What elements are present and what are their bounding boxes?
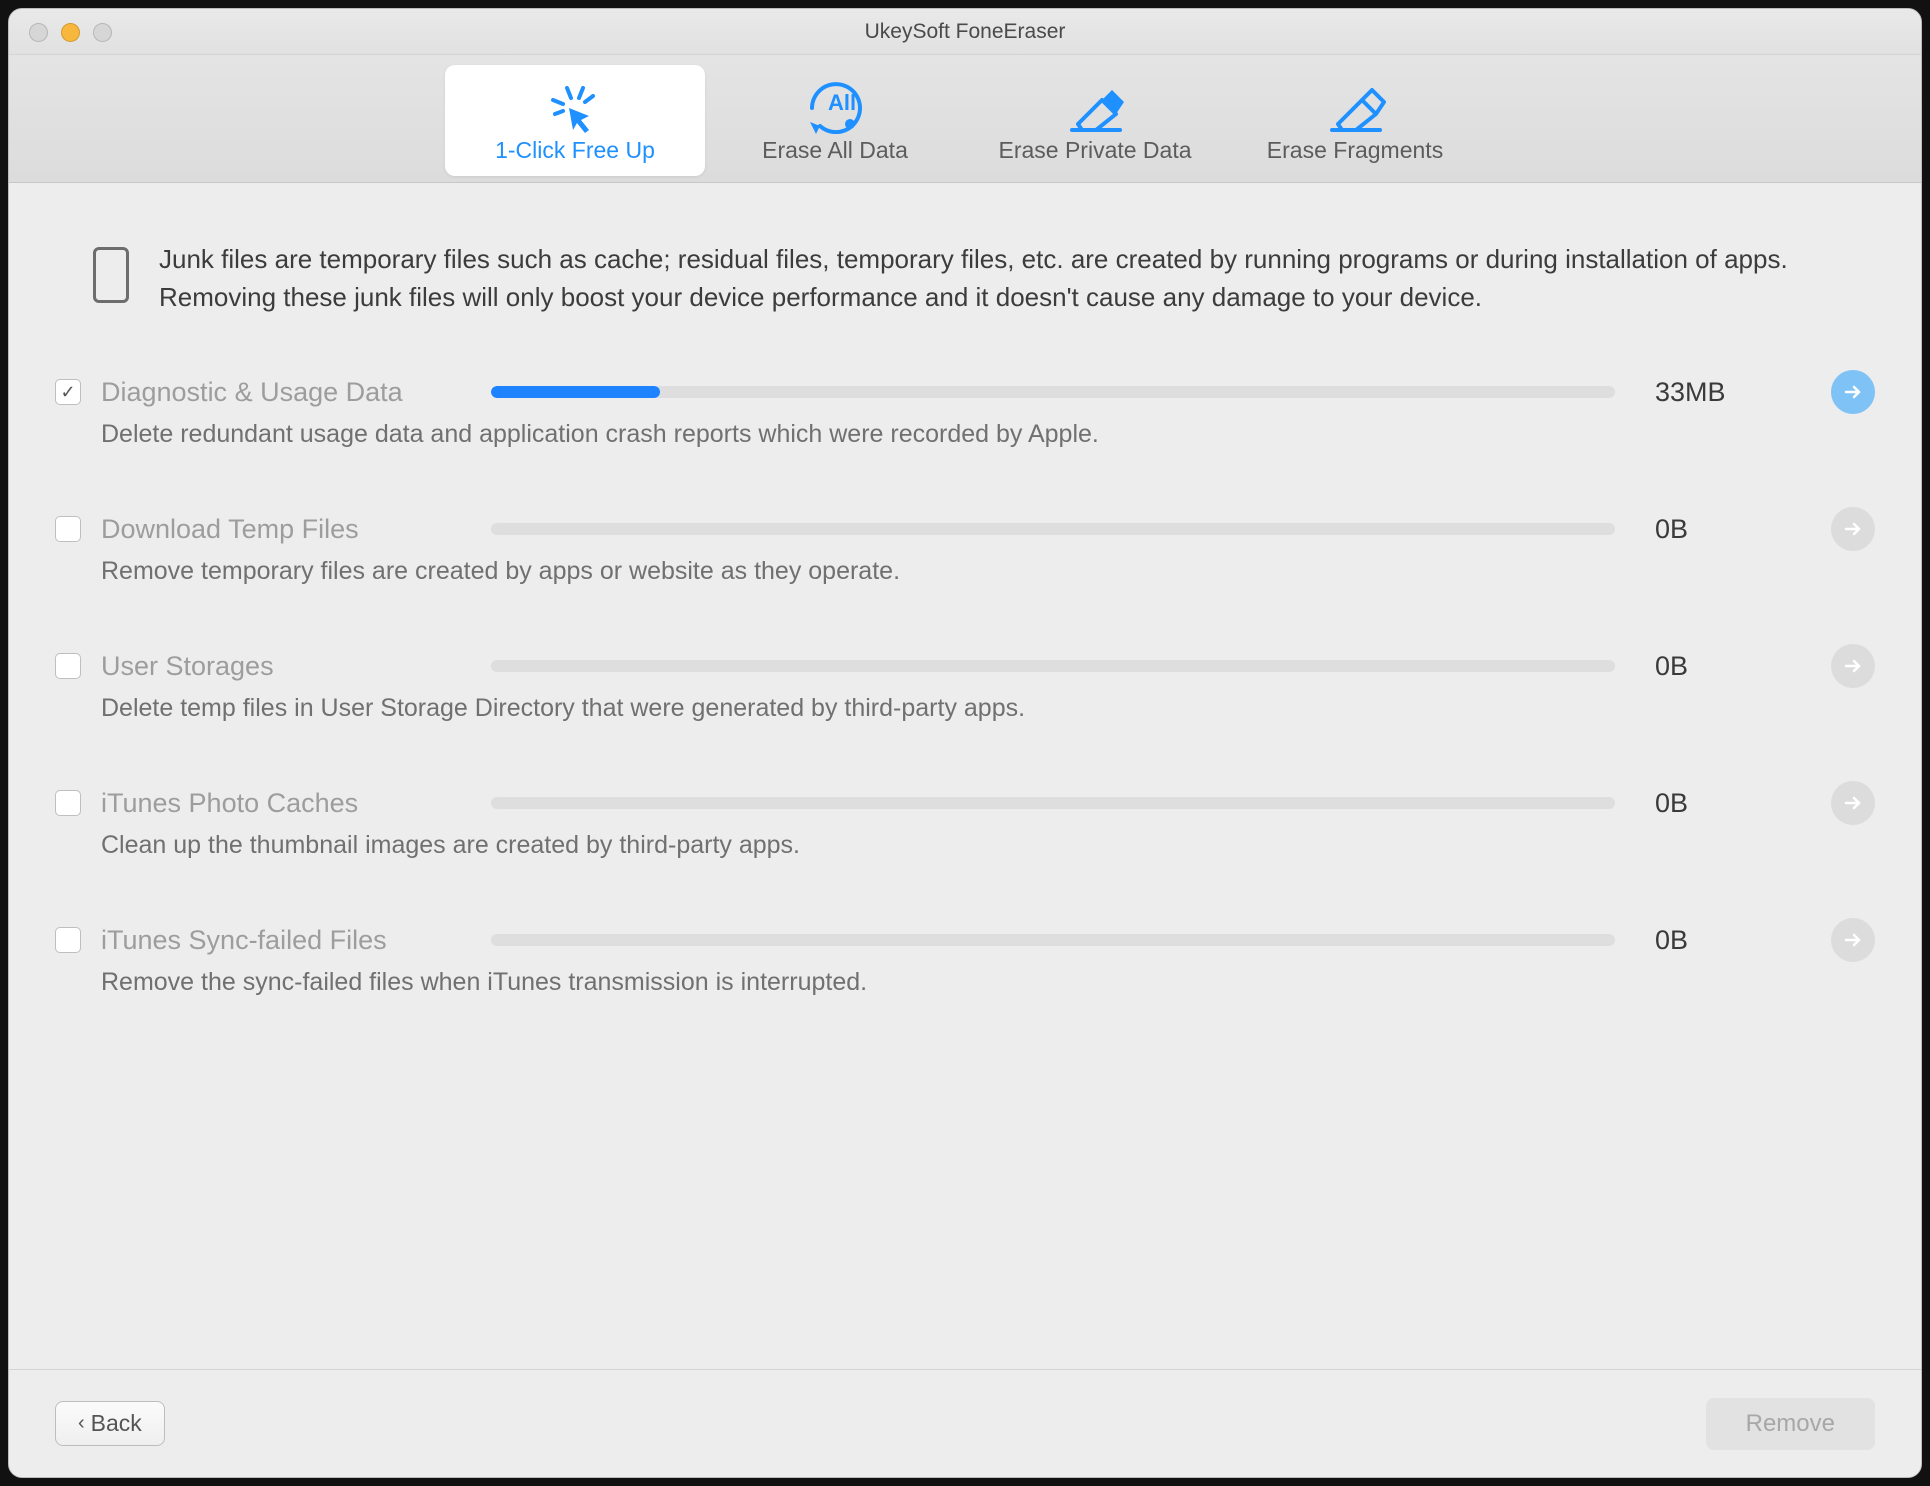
item-title: iTunes Sync-failed Files (101, 925, 491, 956)
window-controls (29, 23, 112, 42)
phone-icon (93, 247, 129, 303)
arrow-right-icon (1842, 655, 1864, 677)
item-size: 0B (1655, 514, 1805, 545)
cleanup-item: Diagnostic & Usage Data 33MB Delete redund… (55, 370, 1875, 489)
cleanup-item: iTunes Sync-failed Files 0B Remove the syn… (55, 918, 1875, 1037)
titlebar: UkeySoft FoneEraser (9, 9, 1921, 55)
items-list: Diagnostic & Usage Data 33MB Delete redund… (55, 370, 1875, 1037)
close-window-button[interactable] (29, 23, 48, 42)
app-window: UkeySoft FoneEraser 1-Click Free Up (8, 8, 1922, 1478)
cleanup-item: User Storages 0B Delete temp files in User… (55, 644, 1875, 763)
item-description: Delete temp files in User Storage Direct… (101, 694, 1875, 723)
item-checkbox[interactable] (55, 379, 81, 405)
item-description: Remove temporary files are created by ap… (101, 557, 1875, 586)
arrow-right-icon (1842, 792, 1864, 814)
back-button[interactable]: ‹ Back (55, 1401, 165, 1446)
item-checkbox[interactable] (55, 790, 81, 816)
item-description: Remove the sync-failed files when iTunes… (101, 968, 1875, 997)
eraser-filled-icon (973, 75, 1217, 137)
item-description: Delete redundant usage data and applicat… (101, 420, 1875, 449)
item-detail-button[interactable] (1831, 644, 1875, 688)
item-checkbox[interactable] (55, 516, 81, 542)
arrow-right-icon (1842, 929, 1864, 951)
item-size: 0B (1655, 788, 1805, 819)
item-size: 0B (1655, 651, 1805, 682)
back-label: Back (91, 1410, 142, 1437)
cleanup-item: iTunes Photo Caches 0B Clean up the thumbn… (55, 781, 1875, 900)
intro-block: Junk files are temporary files such as c… (93, 241, 1847, 316)
svg-text:All: All (828, 90, 856, 115)
remove-label: Remove (1746, 1410, 1835, 1437)
cleanup-item: Download Temp Files 0B Remove temporary fi… (55, 507, 1875, 626)
item-progress (491, 934, 1655, 946)
item-progress (491, 797, 1655, 809)
item-detail-button[interactable] (1831, 507, 1875, 551)
item-detail-button[interactable] (1831, 781, 1875, 825)
item-title: User Storages (101, 651, 491, 682)
arrow-right-icon (1842, 518, 1864, 540)
item-title: Diagnostic & Usage Data (101, 377, 491, 408)
item-detail-button[interactable] (1831, 918, 1875, 962)
remove-button[interactable]: Remove (1706, 1398, 1875, 1450)
arrow-right-icon (1842, 381, 1864, 403)
tab-label: Erase Private Data (973, 137, 1217, 164)
tab-erase-fragments[interactable]: Erase Fragments (1225, 65, 1485, 176)
item-size: 0B (1655, 925, 1805, 956)
item-title: iTunes Photo Caches (101, 788, 491, 819)
content-area: Junk files are temporary files such as c… (9, 183, 1921, 1369)
eraser-outline-icon (1233, 75, 1477, 137)
tab-label: Erase All Data (713, 137, 957, 164)
item-progress (491, 386, 1655, 398)
tab-erase-private-data[interactable]: Erase Private Data (965, 65, 1225, 176)
tab-1click-free-up[interactable]: 1-Click Free Up (445, 65, 705, 176)
item-checkbox[interactable] (55, 653, 81, 679)
item-detail-button[interactable] (1831, 370, 1875, 414)
zoom-window-button[interactable] (93, 23, 112, 42)
item-size: 33MB (1655, 377, 1805, 408)
tab-label: Erase Fragments (1233, 137, 1477, 164)
item-progress (491, 523, 1655, 535)
item-progress (491, 660, 1655, 672)
chevron-left-icon: ‹ (78, 1412, 85, 1435)
item-title: Download Temp Files (101, 514, 491, 545)
footer-bar: ‹ Back Remove (9, 1369, 1921, 1477)
tab-label: 1-Click Free Up (453, 137, 697, 164)
minimize-window-button[interactable] (61, 23, 80, 42)
cursor-sparkle-icon (453, 75, 697, 137)
tab-erase-all-data[interactable]: All Erase All Data (705, 65, 965, 176)
main-tabs: 1-Click Free Up All Erase All Data (9, 55, 1921, 183)
item-checkbox[interactable] (55, 927, 81, 953)
erase-all-icon: All (713, 75, 957, 137)
intro-text: Junk files are temporary files such as c… (159, 241, 1847, 316)
window-title: UkeySoft FoneEraser (9, 20, 1921, 44)
item-description: Clean up the thumbnail images are create… (101, 831, 1875, 860)
